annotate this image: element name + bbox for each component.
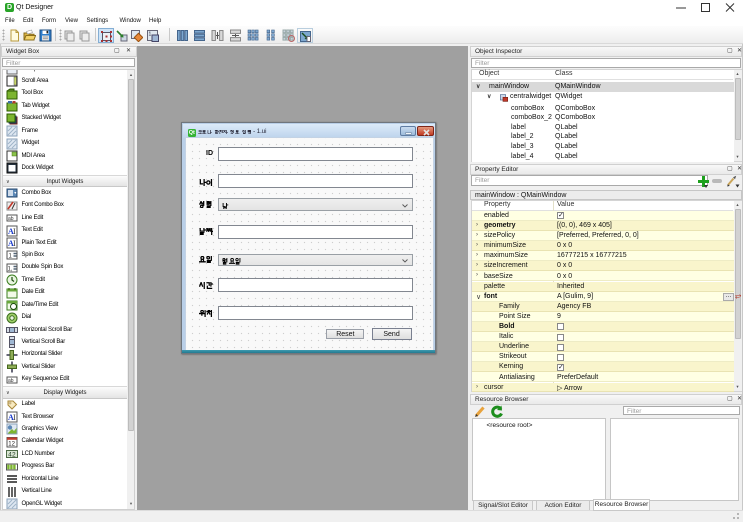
svg-text:1: 1	[149, 31, 152, 37]
svg-text:I: I	[13, 227, 16, 236]
svg-text:I: I	[13, 413, 16, 422]
svg-text:I: I	[13, 239, 16, 248]
svg-text:ab: ab	[8, 378, 14, 384]
svg-text:1,: 1,	[8, 266, 13, 272]
svg-text:ab: ab	[8, 216, 14, 222]
svg-text:42: 42	[8, 452, 16, 459]
svg-text:12: 12	[8, 441, 15, 447]
